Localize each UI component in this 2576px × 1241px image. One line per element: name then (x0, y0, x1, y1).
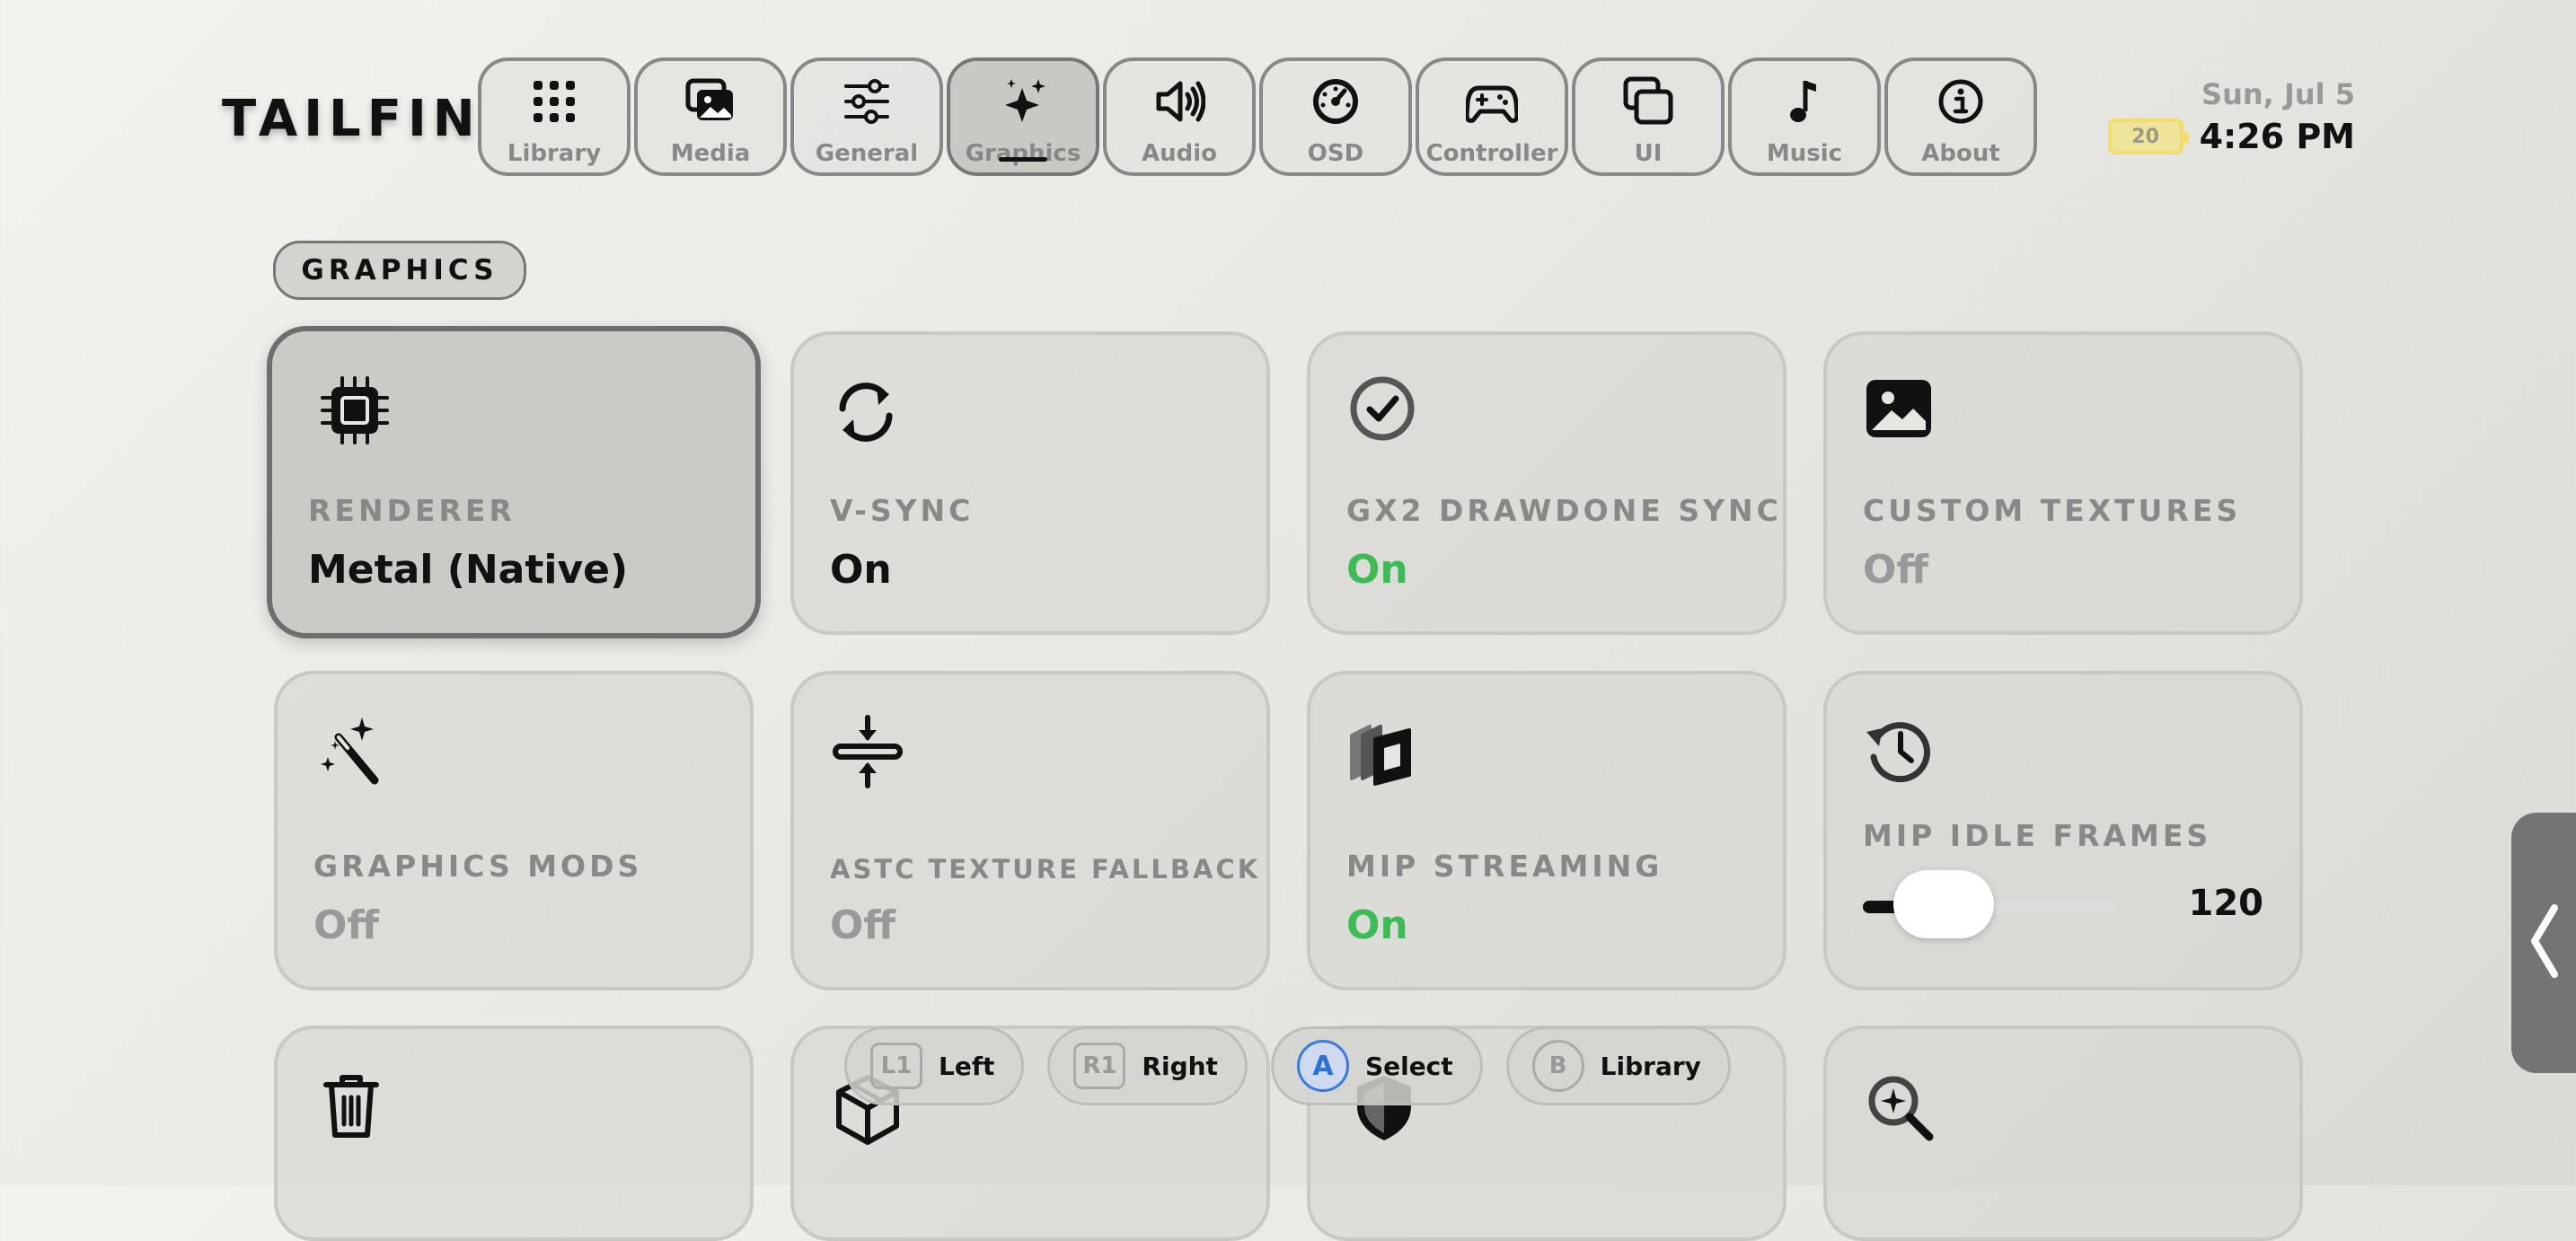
hint-label: Left (939, 1051, 995, 1081)
history-icon (1861, 712, 1936, 788)
hint-label: Library (1600, 1051, 1701, 1081)
setting-title: MIP STREAMING (1346, 849, 1663, 884)
setting-card-partial-4[interactable] (1823, 1025, 2303, 1241)
tab-bar: Library Media General Graphics Audio OSD… (478, 57, 2041, 176)
tab-library[interactable]: Library (478, 57, 631, 176)
setting-card-mip-idle-frames[interactable]: MIP IDLE FRAMES 120 (1823, 671, 2303, 990)
tab-media[interactable]: Media (634, 57, 787, 176)
setting-title: ASTC TEXTURE FALLBACK (830, 854, 1261, 885)
magnifier-sparkle-icon (1863, 1070, 1938, 1146)
tab-about[interactable]: About (1884, 57, 2037, 176)
tab-label: Graphics (965, 140, 1081, 167)
setting-card-gx2-drawdone-sync[interactable]: GX2 DRAWDONE SYNC On (1307, 331, 1786, 635)
battery-level: 20 (2131, 125, 2159, 148)
setting-title: GX2 DRAWDONE SYNC (1346, 493, 1782, 528)
setting-card-partial-1[interactable] (274, 1025, 754, 1241)
setting-value: Metal (Native) (308, 547, 629, 593)
info-icon (1935, 75, 1987, 131)
chevron-left-icon (2524, 901, 2563, 985)
setting-title: MIP IDLE FRAMES (1863, 818, 2212, 853)
hint-select[interactable]: A Select (1270, 1026, 1483, 1105)
magic-wand-icon (315, 714, 391, 789)
trash-icon (313, 1067, 389, 1142)
hint-left[interactable]: L1 Left (844, 1026, 1025, 1105)
tab-label: Media (670, 140, 751, 167)
setting-value: On (830, 547, 892, 593)
battery-indicator: 20 (2107, 119, 2189, 154)
side-drawer-handle[interactable] (2511, 813, 2576, 1073)
setting-value: Off (313, 902, 380, 948)
setting-card-custom-textures[interactable]: CUSTOM TEXTURES Off (1823, 331, 2303, 635)
tab-controller[interactable]: Controller (1416, 57, 1568, 176)
slider-thumb[interactable] (1892, 870, 1994, 938)
status-area: Sun, Jul 5 20 4:26 PM (2107, 77, 2355, 156)
tab-ui[interactable]: UI (1572, 57, 1725, 176)
setting-title: RENDERER (308, 493, 516, 528)
setting-card-vsync[interactable]: V-SYNC On (790, 331, 1270, 635)
setting-title: V-SYNC (830, 493, 975, 528)
setting-value: Off (830, 902, 896, 948)
a-button-glyph: A (1296, 1040, 1349, 1092)
speaker-icon (1153, 75, 1206, 131)
b-button-glyph: B (1531, 1040, 1584, 1092)
app-logo: TAILFIN (222, 90, 481, 148)
mip-idle-frames-slider[interactable] (1863, 870, 2114, 938)
controller-hint-bar: L1 Left R1 Right A Select B Library (844, 1026, 1731, 1105)
setting-card-graphics-mods[interactable]: GRAPHICS MODS Off (274, 671, 754, 990)
tab-label: Library (507, 140, 602, 167)
checkmark-circle-icon (1345, 371, 1420, 446)
l1-button-glyph: L1 (870, 1043, 922, 1089)
tab-audio[interactable]: Audio (1103, 57, 1256, 176)
refresh-icon (828, 374, 904, 450)
tab-general[interactable]: General (790, 57, 943, 176)
setting-card-renderer[interactable]: RENDERER Metal (Native) (267, 326, 761, 638)
tab-label: Audio (1141, 140, 1218, 167)
hint-label: Select (1364, 1051, 1453, 1081)
photos-icon (684, 75, 737, 131)
hint-label: Right (1142, 1051, 1218, 1081)
tab-label: Music (1766, 140, 1843, 167)
gauge-icon (1310, 75, 1362, 131)
hint-library[interactable]: B Library (1505, 1026, 1731, 1105)
setting-title: CUSTOM TEXTURES (1863, 493, 2242, 528)
tab-label: About (1921, 140, 2000, 167)
tab-label: General (815, 140, 919, 167)
slider-value: 120 (2188, 883, 2264, 924)
tab-graphics[interactable]: Graphics (947, 57, 1099, 176)
date-label: Sun, Jul 5 (2201, 77, 2355, 111)
photo-icon (1861, 371, 1936, 446)
setting-value: On (1346, 547, 1408, 593)
gamepad-icon (1464, 75, 1520, 131)
windows-icon (1622, 75, 1674, 131)
setting-title: GRAPHICS MODS (313, 849, 643, 884)
setting-value: Off (1863, 547, 1929, 593)
tab-osd[interactable]: OSD (1259, 57, 1412, 176)
grid-icon (528, 75, 580, 131)
setting-value: On (1346, 902, 1408, 948)
layers-icon (1346, 716, 1422, 791)
section-title: GRAPHICS (273, 241, 526, 300)
sliders-icon (841, 75, 893, 131)
chip-icon (317, 373, 393, 448)
r1-button-glyph: R1 (1073, 1043, 1126, 1089)
hint-right[interactable]: R1 Right (1047, 1026, 1248, 1105)
compress-icon (830, 714, 905, 789)
tab-label: OSD (1307, 140, 1364, 167)
sparkles-icon (997, 75, 1049, 131)
active-tab-indicator (999, 157, 1047, 162)
tab-label: Controller (1425, 140, 1558, 167)
setting-card-mip-streaming[interactable]: MIP STREAMING On (1307, 671, 1786, 990)
setting-card-astc-texture-fallback[interactable]: ASTC TEXTURE FALLBACK Off (790, 671, 1270, 990)
tab-label: UI (1634, 140, 1663, 167)
time-label: 4:26 PM (2199, 117, 2355, 156)
music-note-icon (1778, 75, 1831, 131)
tab-music[interactable]: Music (1728, 57, 1881, 176)
